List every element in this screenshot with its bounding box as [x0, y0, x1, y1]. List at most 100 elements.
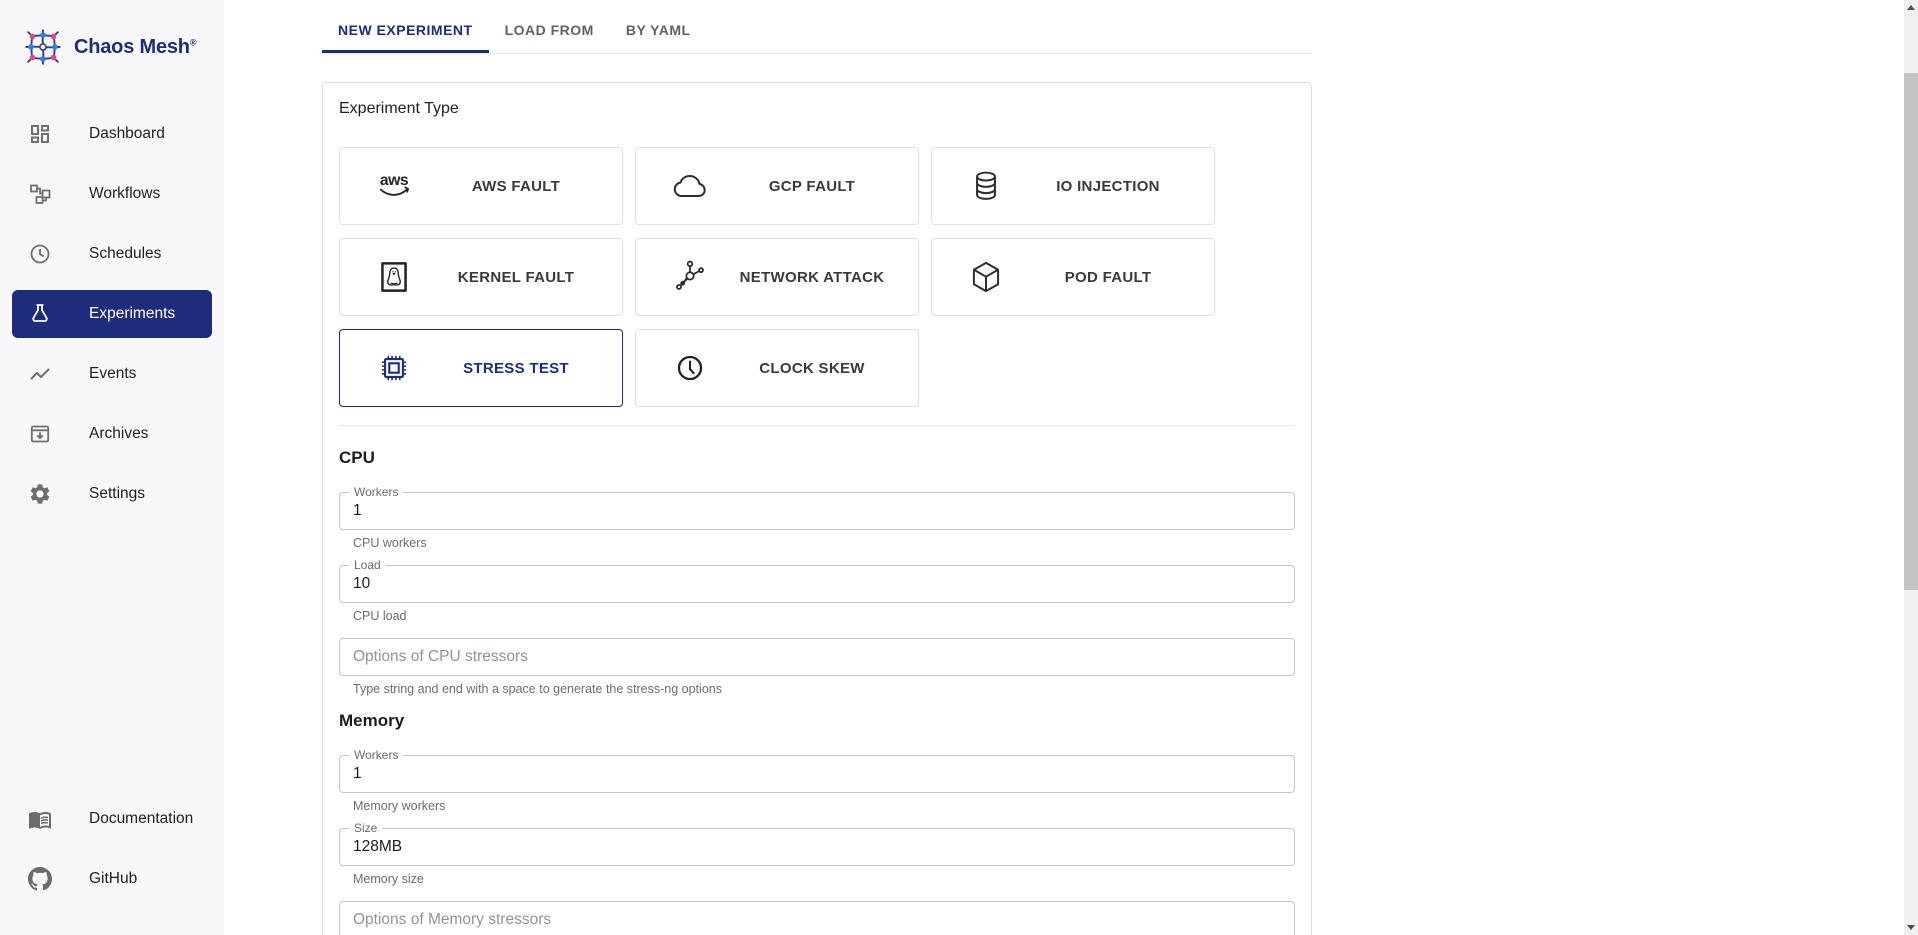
sidebar-item-label: Workflows	[89, 185, 160, 203]
field-label: Workers	[349, 485, 403, 499]
sidebar-item-label: Dashboard	[89, 125, 165, 143]
type-button-kernel-fault[interactable]: KERNEL FAULT	[339, 238, 623, 316]
sidebar-item-github[interactable]: GitHub	[12, 855, 212, 903]
new-experiment-card: Experiment Type aws AWS FAULT GCP FAULT	[322, 82, 1312, 935]
cpu-section-heading: CPU	[339, 448, 1295, 468]
cpu-load-field: Load	[339, 565, 1295, 603]
scrollbar-down-arrow-icon[interactable]	[1907, 925, 1915, 930]
scrollbar[interactable]	[1904, 0, 1918, 935]
field-label: Load	[349, 558, 386, 572]
database-icon	[964, 164, 1008, 208]
memory-size-input[interactable]	[340, 829, 1294, 865]
sidebar-item-events[interactable]: Events	[12, 350, 212, 398]
field-helper-text: CPU workers	[353, 536, 1295, 551]
field-label: Workers	[349, 748, 403, 762]
tab-by-yaml[interactable]: BY YAML	[610, 6, 707, 53]
sidebar-item-dashboard[interactable]: Dashboard	[12, 110, 212, 158]
memory-options-field-group	[339, 901, 1295, 935]
field-helper-text: Memory workers	[353, 799, 1295, 814]
cpu-workers-input[interactable]	[340, 493, 1294, 529]
app-title: Chaos Mesh®	[74, 36, 196, 59]
memory-workers-field-group: Workers Memory workers	[339, 755, 1295, 814]
schedules-icon	[28, 242, 52, 266]
field-helper-text: CPU load	[353, 609, 1295, 624]
github-icon	[28, 867, 52, 891]
type-button-label: GCP FAULT	[712, 178, 918, 195]
sidebar-item-label: Settings	[89, 485, 145, 503]
memory-options-field	[339, 901, 1295, 935]
tab-bar: NEW EXPERIMENT LOAD FROM BY YAML	[322, 6, 1312, 54]
type-button-label: CLOCK SKEW	[712, 360, 918, 377]
type-button-stress-test[interactable]: STRESS TEST	[339, 329, 623, 407]
cpu-options-field-group: Type string and end with a space to gene…	[339, 638, 1295, 697]
svg-text:aws: aws	[380, 172, 409, 189]
tab-load-from[interactable]: LOAD FROM	[489, 6, 610, 53]
registered-mark: ®	[190, 37, 196, 47]
memory-section-heading: Memory	[339, 711, 1295, 731]
sidebar-item-label: Events	[89, 365, 136, 383]
type-button-label: IO INJECTION	[1008, 178, 1214, 195]
clock-icon	[668, 346, 712, 390]
cpu-workers-field: Workers	[339, 492, 1295, 530]
section-divider	[339, 425, 1295, 426]
memory-size-field: Size	[339, 828, 1295, 866]
type-button-aws-fault[interactable]: aws AWS FAULT	[339, 147, 623, 225]
type-button-label: AWS FAULT	[416, 178, 622, 195]
field-helper-text: Memory size	[353, 872, 1295, 887]
gear-icon	[28, 482, 52, 506]
memory-workers-input[interactable]	[340, 756, 1294, 792]
type-button-pod-fault[interactable]: POD FAULT	[931, 238, 1215, 316]
documentation-icon	[28, 807, 52, 831]
sidebar-bottom: Documentation GitHub	[0, 795, 224, 935]
aws-icon: aws	[372, 164, 416, 208]
sidebar-item-settings[interactable]: Settings	[12, 470, 212, 518]
sidebar: Chaos Mesh® Dashboard Workflows	[0, 0, 224, 935]
cpu-load-input[interactable]	[340, 566, 1294, 602]
sidebar-item-label: Experiments	[89, 305, 175, 323]
memory-options-input[interactable]	[340, 902, 1294, 935]
network-icon	[668, 255, 712, 299]
type-button-label: NETWORK ATTACK	[712, 269, 918, 286]
workflows-icon	[28, 182, 52, 206]
linux-penguin-icon	[372, 255, 416, 299]
sidebar-item-documentation[interactable]: Documentation	[12, 795, 212, 843]
cpu-workers-field-group: Workers CPU workers	[339, 492, 1295, 551]
sidebar-item-experiments[interactable]: Experiments	[12, 290, 212, 338]
type-button-label: STRESS TEST	[416, 360, 622, 377]
experiment-type-title: Experiment Type	[339, 99, 1295, 119]
sidebar-item-label: Documentation	[89, 810, 193, 828]
sidebar-item-workflows[interactable]: Workflows	[12, 170, 212, 218]
type-button-label: POD FAULT	[1008, 269, 1214, 286]
sidebar-item-label: Schedules	[89, 245, 161, 263]
memory-size-field-group: Size Memory size	[339, 828, 1295, 887]
app-logo: Chaos Mesh®	[0, 0, 224, 73]
type-button-clock-skew[interactable]: CLOCK SKEW	[635, 329, 919, 407]
sidebar-item-archives[interactable]: Archives	[12, 410, 212, 458]
tab-new-experiment[interactable]: NEW EXPERIMENT	[322, 6, 489, 53]
sidebar-nav: Dashboard Workflows Schedules	[0, 110, 224, 530]
cpu-load-field-group: Load CPU load	[339, 565, 1295, 624]
gcp-cloud-icon	[668, 164, 712, 208]
cpu-chip-icon	[372, 346, 416, 390]
type-button-io-injection[interactable]: IO INJECTION	[931, 147, 1215, 225]
dashboard-icon	[28, 122, 52, 146]
field-helper-text: Type string and end with a space to gene…	[353, 682, 1295, 697]
field-label: Size	[349, 821, 382, 835]
cpu-options-field	[339, 638, 1295, 676]
scrollbar-up-arrow-icon[interactable]	[1907, 5, 1915, 10]
type-button-label: KERNEL FAULT	[416, 269, 622, 286]
type-button-network-attack[interactable]: NETWORK ATTACK	[635, 238, 919, 316]
experiment-type-grid: aws AWS FAULT GCP FAULT	[339, 147, 1295, 407]
type-button-gcp-fault[interactable]: GCP FAULT	[635, 147, 919, 225]
sidebar-item-schedules[interactable]: Schedules	[12, 230, 212, 278]
memory-workers-field: Workers	[339, 755, 1295, 793]
archives-icon	[28, 422, 52, 446]
experiments-icon	[28, 302, 52, 326]
scrollbar-thumb[interactable]	[1904, 73, 1918, 590]
cube-icon	[964, 255, 1008, 299]
cpu-options-input[interactable]	[340, 639, 1294, 675]
sidebar-item-label: GitHub	[89, 870, 137, 888]
chaos-mesh-logo-icon	[22, 26, 64, 73]
events-icon	[28, 362, 52, 386]
sidebar-item-label: Archives	[89, 425, 148, 443]
